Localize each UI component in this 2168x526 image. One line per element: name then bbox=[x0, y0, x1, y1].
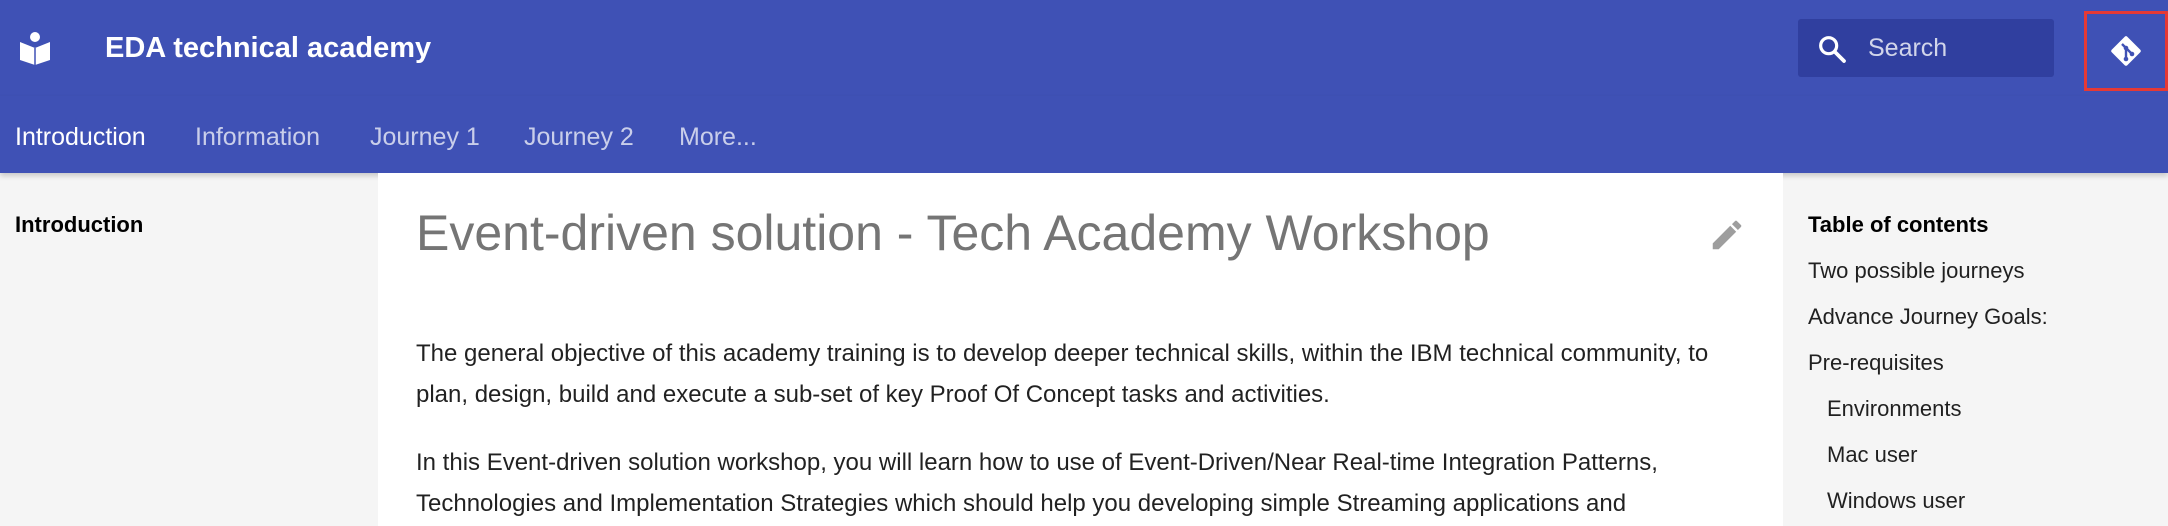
toc-item-environments[interactable]: Environments bbox=[1808, 390, 2158, 436]
toc-item-windows-user[interactable]: Windows user bbox=[1808, 482, 2158, 526]
left-nav: Introduction bbox=[15, 210, 143, 240]
toc-item-mac-user[interactable]: Mac user bbox=[1808, 436, 2158, 482]
table-of-contents: Table of contents Two possible journeys … bbox=[1808, 206, 2158, 526]
tabs-bar: Introduction Information Journey 1 Journ… bbox=[0, 96, 2168, 173]
left-nav-item-introduction[interactable]: Introduction bbox=[15, 210, 143, 240]
toc-item-pre-requisites[interactable]: Pre-requisites bbox=[1808, 344, 2158, 390]
page-title: Event-driven solution - Tech Academy Wor… bbox=[416, 205, 1490, 261]
search-input[interactable] bbox=[1868, 19, 2048, 77]
toc-title: Table of contents bbox=[1808, 212, 1989, 237]
tab-introduction[interactable]: Introduction bbox=[15, 122, 146, 152]
tab-more[interactable]: More... bbox=[679, 122, 757, 152]
search-box[interactable] bbox=[1798, 19, 2054, 77]
git-icon bbox=[2111, 36, 2141, 66]
toc-item-advance-journey-goals[interactable]: Advance Journey Goals: bbox=[1808, 298, 2158, 344]
main-content: Event-driven solution - Tech Academy Wor… bbox=[378, 173, 1783, 526]
intro-paragraph: The general objective of this academy tr… bbox=[416, 340, 1709, 408]
git-repository-link[interactable] bbox=[2084, 11, 2168, 91]
toc-item-two-possible-journeys[interactable]: Two possible journeys bbox=[1808, 252, 2158, 298]
header-bar: EDA technical academy bbox=[0, 0, 2168, 96]
book-reader-icon[interactable] bbox=[18, 31, 52, 65]
search-icon bbox=[1819, 36, 1846, 63]
workshop-paragraph: In this Event-driven solution workshop, … bbox=[416, 449, 1658, 517]
tab-journey-2[interactable]: Journey 2 bbox=[524, 122, 634, 152]
tab-information[interactable]: Information bbox=[195, 122, 320, 152]
site-title[interactable]: EDA technical academy bbox=[105, 30, 431, 66]
edit-page-button[interactable] bbox=[1708, 216, 1746, 254]
pencil-icon bbox=[1712, 220, 1742, 250]
tab-journey-1[interactable]: Journey 1 bbox=[370, 122, 480, 152]
